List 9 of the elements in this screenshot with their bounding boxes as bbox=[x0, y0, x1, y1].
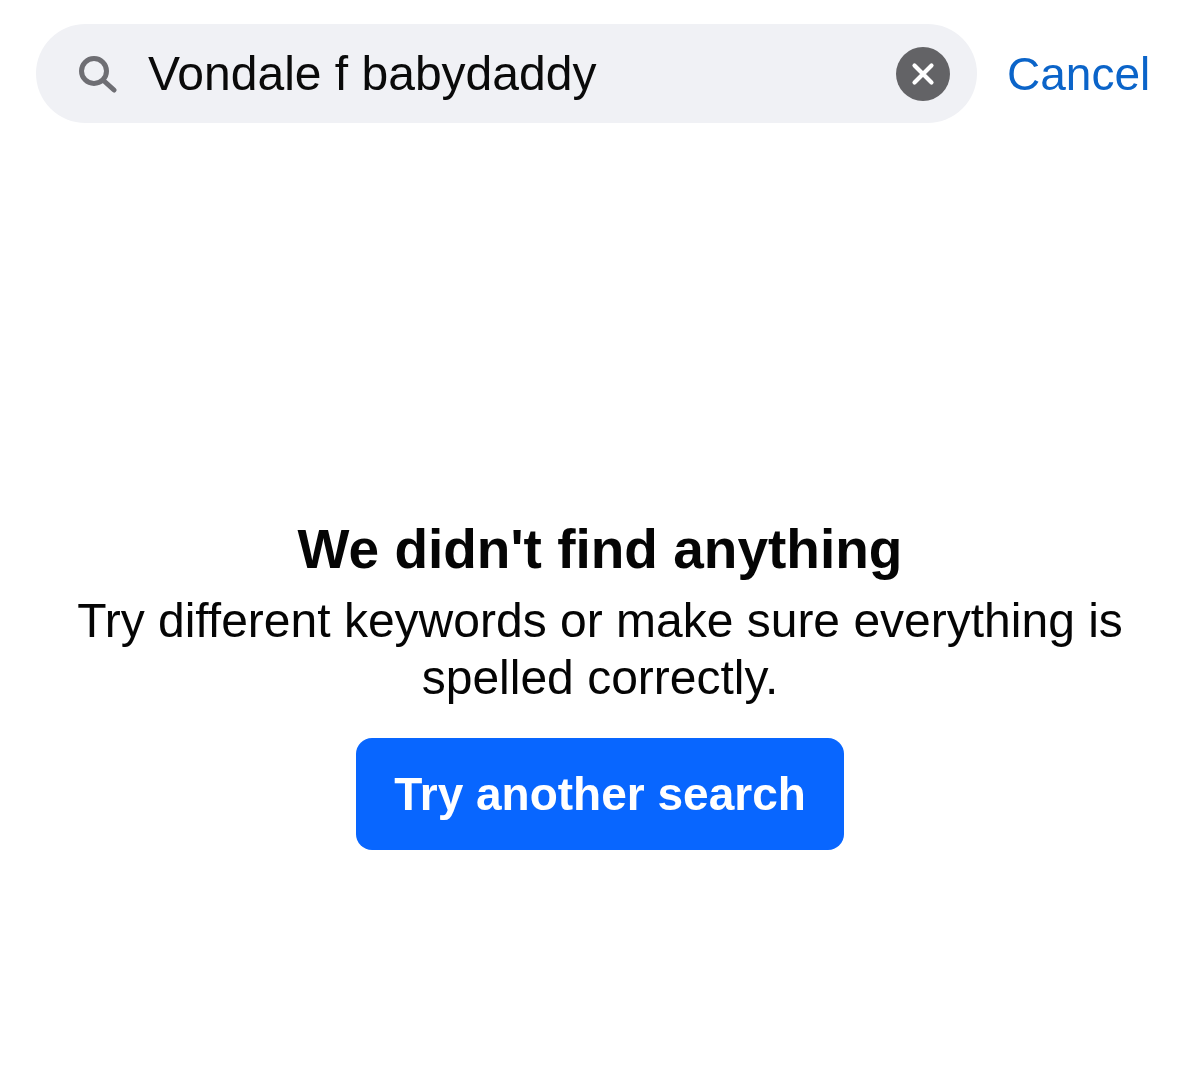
search-field[interactable]: Vondale f babydaddy bbox=[36, 24, 977, 123]
close-icon bbox=[896, 46, 950, 101]
clear-button[interactable] bbox=[896, 46, 950, 101]
try-another-search-button[interactable]: Try another search bbox=[356, 738, 844, 850]
empty-state-message: Try different keywords or make sure everything is spelled correctly. bbox=[76, 593, 1124, 706]
empty-state-title: We didn't find anything bbox=[297, 518, 903, 580]
search-icon bbox=[78, 54, 118, 93]
search-input[interactable]: Vondale f babydaddy bbox=[148, 43, 876, 104]
cancel-button[interactable]: Cancel bbox=[1007, 46, 1151, 101]
